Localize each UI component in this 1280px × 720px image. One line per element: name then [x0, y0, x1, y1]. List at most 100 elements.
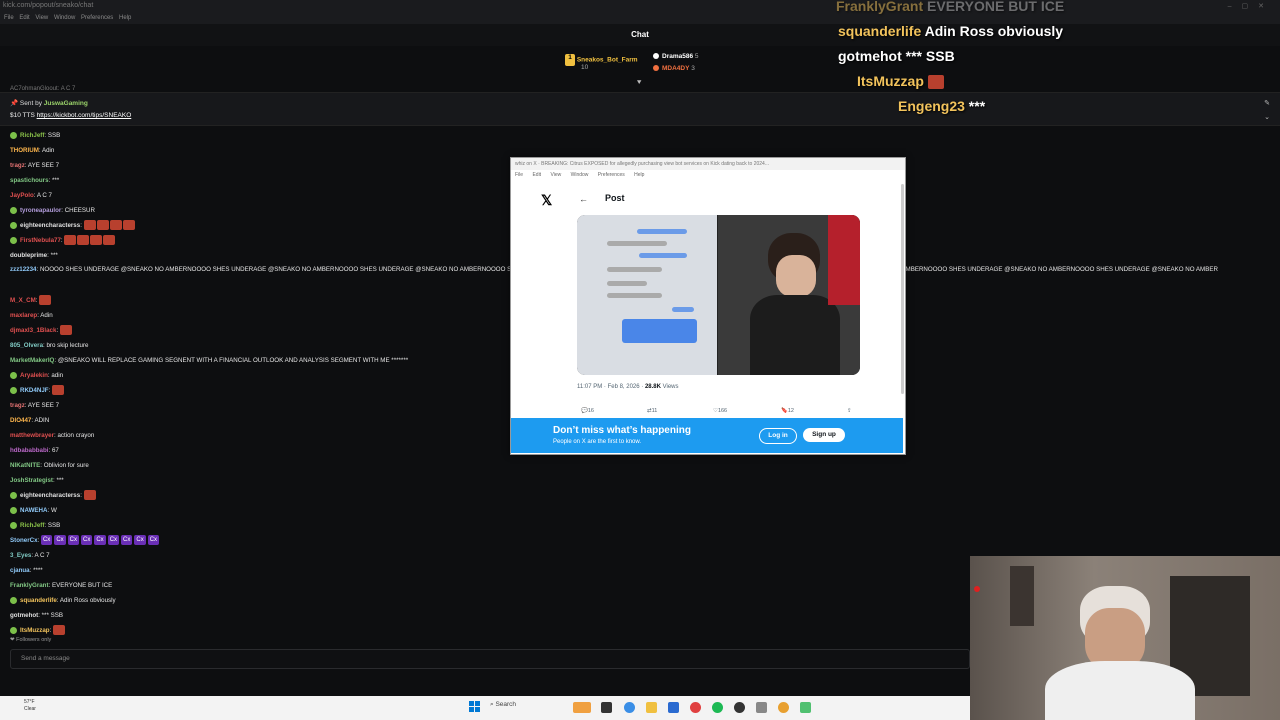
bookmark-count: 12	[787, 408, 794, 414]
chat-username[interactable]: RichJeff	[20, 522, 44, 529]
popup-scrollbar[interactable]	[901, 184, 904, 394]
chat-username[interactable]: JoshStrategist	[10, 477, 53, 484]
chat-text: Adin Ross obviously	[59, 597, 116, 604]
menu-preferences[interactable]: Preferences	[81, 15, 113, 21]
chat-username[interactable]: NIKatNITE	[10, 462, 40, 469]
search-highlight-icon[interactable]	[573, 702, 591, 713]
chat-username[interactable]: maxlarep	[10, 312, 37, 319]
app-icon-5[interactable]	[800, 702, 811, 713]
chat-username[interactable]: squanderlife	[20, 597, 57, 604]
chat-username[interactable]: JayPolo	[10, 192, 34, 199]
menu-window[interactable]: Window	[54, 15, 75, 21]
share-icon[interactable]: ⇪	[847, 408, 852, 414]
chat-input-placeholder: Send a message	[21, 655, 70, 662]
chat-username[interactable]: RKD4NJF	[20, 387, 49, 394]
chat-username[interactable]: tragz	[10, 402, 25, 409]
chat-input[interactable]: Send a message	[10, 649, 970, 669]
app-icon-3[interactable]	[734, 702, 745, 713]
chat-message: FranklyGrant: EVERYONE BUT ICE	[10, 578, 970, 593]
chat-username[interactable]: spastichours	[10, 177, 49, 184]
chat-username[interactable]: RichJeff	[20, 132, 44, 139]
chat-username[interactable]: tyroneapaulor	[20, 207, 61, 214]
chat-username[interactable]: ItsMuzzap	[20, 627, 50, 634]
chat-text: adin	[51, 372, 64, 379]
chat-username[interactable]: djmaxl3_1Black	[10, 327, 56, 334]
chat-text: ADIN	[34, 417, 50, 424]
chat-username[interactable]: hdbababbabi	[10, 447, 49, 454]
leader-2[interactable]: Drama586 5	[653, 53, 699, 60]
cx-emote-icon: Cx	[40, 535, 53, 546]
menu-help[interactable]: Help	[119, 15, 131, 21]
chat-username[interactable]: eighteencharacterss	[20, 492, 80, 499]
bookmark-button[interactable]: 🔖 12	[781, 408, 794, 414]
app-icon-4[interactable]	[756, 702, 767, 713]
weather-widget[interactable]: 57°F Clear	[24, 699, 36, 713]
chat-username[interactable]: Aryalekin	[20, 372, 48, 379]
photo-image	[718, 215, 860, 375]
popup-menu-edit[interactable]: Edit	[532, 172, 541, 178]
badge-icon	[10, 506, 17, 514]
collapse-icon[interactable]: ⌄	[1264, 113, 1270, 121]
chat-username[interactable]: gotmehot	[10, 612, 38, 619]
chat-username[interactable]: THORIUM	[10, 147, 39, 154]
chat-username[interactable]: MarketMakerIQ	[10, 357, 54, 364]
app-icon-2[interactable]	[712, 702, 723, 713]
chat-username[interactable]: matthewbrayer	[10, 432, 54, 439]
chat-message: StonerCx: Cx Cx Cx Cx Cx Cx Cx Cx Cx	[10, 533, 970, 548]
chat-username[interactable]: DIO447	[10, 417, 31, 424]
cx-emote-icon: Cx	[134, 535, 146, 546]
leader-1[interactable]: 1 Sneakos_Bot_Farm 10	[565, 54, 638, 71]
repost-button[interactable]: ⇄ 11	[647, 408, 657, 414]
chrome-icon[interactable]	[778, 702, 789, 713]
login-button[interactable]: Log in	[759, 428, 797, 444]
post-media[interactable]	[577, 215, 860, 375]
like-button[interactable]: ♡ 166	[713, 408, 727, 414]
chat-username[interactable]: zzz12234	[10, 266, 37, 273]
store-icon[interactable]	[668, 702, 679, 713]
chat-username[interactable]: eighteencharacterss	[20, 222, 80, 229]
overlay-line: gotmehot *** SSB	[838, 48, 1280, 64]
popup-menu-preferences[interactable]: Preferences	[598, 172, 625, 178]
pinned-link[interactable]: https://kickbot.com/tips/SNEAKO	[37, 112, 132, 119]
task-view-icon[interactable]	[601, 702, 612, 713]
menu-view[interactable]: View	[35, 15, 48, 21]
chat-message: cjanua: ****	[10, 563, 970, 578]
leader-name: Sneakos_Bot_Farm	[576, 56, 638, 64]
chat-username[interactable]: FirstNebula77	[20, 237, 61, 244]
taskbar-search[interactable]: ⌕ Search	[490, 701, 516, 709]
chat-text: EVERYONE BUT ICE	[51, 582, 113, 589]
cx-emote-icon: Cx	[67, 535, 79, 546]
badge-icon	[10, 626, 17, 634]
popup-menu-file[interactable]: File	[515, 172, 523, 178]
file-explorer-icon[interactable]	[646, 702, 657, 713]
signup-button[interactable]: Sign up	[803, 428, 845, 442]
edge-browser-icon[interactable]	[624, 702, 635, 713]
views-label: Views	[660, 384, 679, 390]
menu-file[interactable]: File	[4, 15, 14, 21]
chat-username[interactable]: tragz	[10, 162, 25, 169]
reply-button[interactable]: 💬 16	[581, 408, 594, 414]
popup-menu-help[interactable]: Help	[634, 172, 644, 178]
chat-username[interactable]: 3_Eyes	[10, 552, 31, 559]
leader-amount: 10	[581, 64, 589, 71]
emote-icon	[52, 385, 64, 396]
chat-username[interactable]: StonerCx	[10, 537, 38, 544]
x-popup-window: whiz on X · BREAKING: Citrus EXPOSED for…	[510, 157, 906, 455]
pinned-sender-name[interactable]: JuswaGaming	[44, 100, 88, 107]
chat-username[interactable]: FranklyGrant	[10, 582, 49, 589]
chat-username[interactable]: cjanua	[10, 567, 30, 574]
leader-3[interactable]: MDA4DY 3	[653, 65, 695, 72]
cx-emote-icon: Cx	[54, 535, 66, 546]
chat-username[interactable]: 805_Olvera	[10, 342, 43, 349]
back-arrow-icon[interactable]: ←	[579, 194, 588, 204]
chat-username[interactable]: doubleprime	[10, 252, 47, 259]
popup-menu-window[interactable]: Window	[571, 172, 589, 178]
expand-chevron-icon[interactable]: ⯆	[636, 78, 642, 88]
chat-username[interactable]: NAWEHA	[20, 507, 48, 514]
popup-menu-view[interactable]: View	[550, 172, 561, 178]
windows-start-icon[interactable]	[469, 701, 480, 712]
menu-edit[interactable]: Edit	[19, 15, 29, 21]
x-logo-icon[interactable]: 𝕏	[541, 192, 552, 209]
chat-username[interactable]: M_X_CM	[10, 297, 36, 304]
app-icon-1[interactable]	[690, 702, 701, 713]
